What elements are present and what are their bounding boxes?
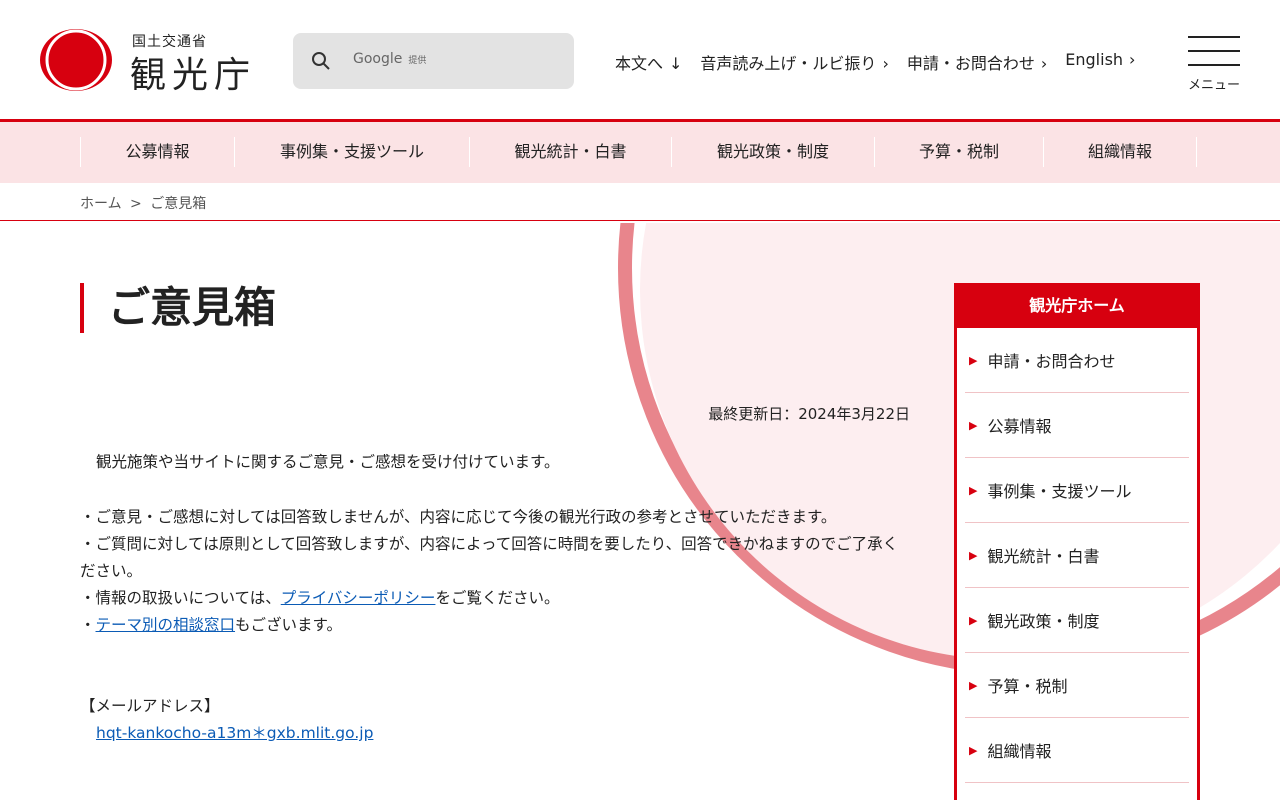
chevron-right-icon: ›: [1040, 54, 1048, 73]
chevron-right-icon: ›: [882, 54, 889, 73]
privacy-policy-link[interactable]: プライバシーポリシー: [281, 589, 436, 607]
agency-logo[interactable]: [40, 29, 112, 91]
breadcrumb-separator: >: [130, 196, 142, 212]
nav-item-policy[interactable]: 観光政策・制度: [671, 137, 874, 167]
breadcrumb: ホーム > ご意見箱: [0, 183, 1280, 221]
triangle-right-icon: ▶: [969, 678, 978, 692]
nav-item-public-offering[interactable]: 公募情報: [80, 137, 234, 167]
last-updated: 最終更新日：2024年3月22日: [708, 405, 910, 423]
note-4: ・テーマ別の相談窓口もございます。: [80, 616, 342, 634]
side-item-organization[interactable]: ▶ 組織情報: [965, 718, 1189, 783]
global-nav: 公募情報 事例集・支援ツール 観光統計・白書 観光政策・制度 予算・税制 組織情…: [0, 122, 1280, 183]
triangle-right-icon: ▶: [969, 613, 978, 627]
note-1: ・ご意見・ご感想に対しては回答致しませんが、内容に応じて今後の観光行政の参考とさ…: [80, 508, 837, 526]
triangle-right-icon: ▶: [969, 483, 978, 497]
email-link[interactable]: hqt-kankocho-a13m＊gxb.mlit.go.jp: [96, 724, 373, 742]
site-header: 国土交通省 観光庁 Google 提供 本文へ ↓ 音声読み上げ・ルビ振り › 申請・…: [0, 0, 1280, 122]
search-input[interactable]: Google 提供: [293, 33, 574, 89]
triangle-right-icon: ▶: [969, 418, 978, 432]
note-2: ・ご質問に対しては原則として回答致しますが、内容によって回答に時間を要したり、回…: [80, 535, 899, 580]
triangle-right-icon: ▶: [969, 548, 978, 562]
side-item-case-studies[interactable]: ▶ 事例集・支援ツール: [965, 458, 1189, 523]
skip-to-content-link[interactable]: 本文へ ↓: [615, 50, 682, 74]
page-title: ご意見箱: [80, 283, 276, 333]
side-item-statistics[interactable]: ▶ 観光統計・白書: [965, 523, 1189, 588]
search-placeholder: Google: [353, 51, 403, 67]
side-nav-title[interactable]: 観光庁ホーム: [954, 283, 1200, 328]
intro-text: 観光施策や当サイトに関するご意見・ご感想を受け付けています。: [96, 453, 560, 471]
side-item-policy[interactable]: ▶ 観光政策・制度: [965, 588, 1189, 653]
mail-label: 【メールアドレス】: [80, 697, 220, 715]
search-icon[interactable]: [311, 51, 331, 71]
hamburger-icon: [1188, 36, 1240, 38]
contact-link[interactable]: 申請・お問合わせ ›: [907, 50, 1047, 74]
menu-button[interactable]: メニュー: [1188, 36, 1240, 93]
menu-label: メニュー: [1188, 78, 1241, 93]
nav-item-case-studies[interactable]: 事例集・支援ツール: [234, 137, 469, 167]
side-item-contact[interactable]: ▶ 申請・お問合わせ: [965, 328, 1189, 393]
english-link[interactable]: English ›: [1065, 50, 1135, 74]
breadcrumb-home[interactable]: ホーム: [80, 196, 122, 212]
arrow-down-icon: ↓: [669, 54, 683, 73]
breadcrumb-current: ご意見箱: [150, 196, 207, 212]
triangle-right-icon: ▶: [969, 743, 978, 757]
chevron-right-icon: ›: [1129, 50, 1136, 69]
nav-item-statistics[interactable]: 観光統計・白書: [469, 137, 671, 167]
agency-name[interactable]: 観光庁: [130, 46, 256, 98]
read-aloud-link[interactable]: 音声読み上げ・ルビ振り ›: [700, 50, 888, 74]
side-item-public-offering[interactable]: ▶ 公募情報: [965, 393, 1189, 458]
triangle-right-icon: ▶: [969, 353, 978, 367]
nav-item-organization[interactable]: 組織情報: [1043, 137, 1197, 167]
side-item-budget[interactable]: ▶ 予算・税制: [965, 653, 1189, 718]
side-nav: 観光庁ホーム ▶ 申請・お問合わせ ▶ 公募情報 ▶ 事例集・支援ツール ▶ 観光統計・…: [954, 283, 1200, 800]
consultation-link[interactable]: テーマ別の相談窓口: [96, 616, 236, 634]
nav-item-budget[interactable]: 予算・税制: [874, 137, 1043, 167]
search-provider: 提供: [408, 56, 427, 66]
note-3: ・情報の取扱いについては、プライバシーポリシーをご覧ください。: [80, 589, 560, 607]
